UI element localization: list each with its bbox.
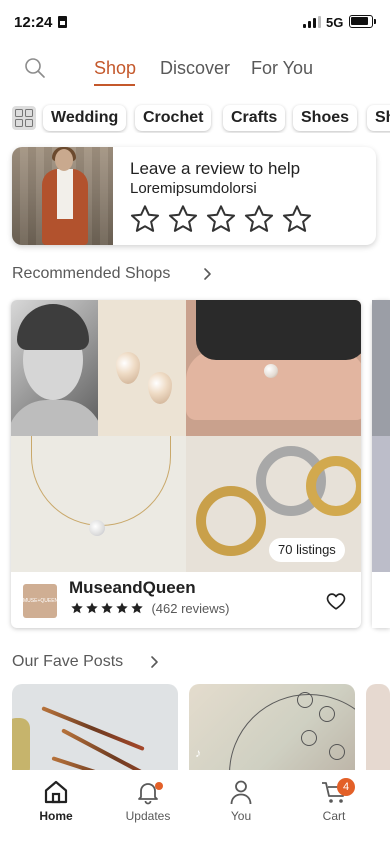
shop-name[interactable]: MuseandQueen — [69, 578, 196, 598]
shop-image-portrait — [11, 300, 98, 436]
star-filled-icon — [71, 602, 83, 614]
person-icon — [230, 780, 252, 805]
tab-updates-label: Updates — [125, 809, 171, 823]
grid-icon[interactable] — [12, 106, 36, 130]
home-icon — [44, 780, 68, 804]
review-item-photo — [12, 147, 113, 245]
star-outline-icon[interactable] — [281, 203, 313, 235]
star-rating-input — [129, 203, 319, 240]
heart-icon[interactable] — [325, 590, 347, 612]
fave-post-card[interactable]: ♪ — [189, 684, 355, 774]
shop-rating: (462 reviews) — [70, 600, 229, 616]
shop-image-pearl-earrings — [98, 300, 186, 436]
star-outline-icon[interactable] — [243, 203, 275, 235]
review-prompt-card[interactable]: Leave a review to help Loremipsumdolorsi — [12, 147, 376, 245]
next-shop-card-peek[interactable] — [372, 300, 390, 628]
review-title: Leave a review to help — [130, 159, 301, 178]
tab-home-label: Home — [39, 809, 73, 823]
network-type: 5G — [326, 15, 344, 30]
shop-image-ring — [186, 300, 361, 436]
shop-logo: MUSE+QUEEN — [23, 584, 58, 618]
recommended-shops-title: Recommended Shops — [12, 265, 171, 282]
tab-for-you[interactable]: For You — [251, 58, 313, 79]
star-filled-icon — [86, 602, 98, 614]
tab-cart[interactable]: 4 Cart — [299, 778, 369, 823]
status-bar: 12:24 5G — [0, 0, 390, 44]
shop-image-necklace — [11, 436, 186, 572]
shop-card[interactable]: 70 listings MUSE+QUEEN MuseandQueen (462… — [11, 300, 361, 628]
tab-home[interactable]: Home — [21, 778, 91, 823]
chip-shoes[interactable]: Shoes — [293, 105, 358, 131]
star-filled-icon — [101, 602, 113, 614]
fave-post-card[interactable] — [366, 684, 390, 774]
top-nav: Shop Discover For You — [0, 44, 390, 92]
active-tab-indicator — [94, 84, 135, 86]
tab-shop[interactable]: Shop — [94, 58, 136, 79]
star-outline-icon[interactable] — [129, 203, 161, 235]
chip-crafts[interactable]: Crafts — [223, 105, 286, 131]
search-icon[interactable] — [24, 57, 46, 79]
cart-count-badge: 4 — [337, 778, 355, 796]
tab-you-label: You — [230, 809, 252, 823]
fave-post-card[interactable] — [12, 684, 178, 774]
star-filled-icon — [116, 602, 128, 614]
fave-posts-header[interactable]: Our Fave Posts — [12, 653, 158, 671]
star-outline-icon[interactable] — [205, 203, 237, 235]
fave-posts-title: Our Fave Posts — [12, 653, 124, 670]
updates-notification-dot — [155, 782, 163, 790]
sim-icon — [58, 16, 67, 28]
tab-discover[interactable]: Discover — [160, 58, 230, 79]
tab-updates[interactable]: Updates — [113, 778, 183, 823]
tiktok-icon: ♪ — [195, 746, 201, 760]
signal-icon — [303, 16, 321, 28]
tab-you[interactable]: You — [206, 778, 276, 823]
chip-wedding[interactable]: Wedding — [43, 105, 127, 131]
category-chips: Wedding Crochet Crafts Shoes Sh — [0, 103, 390, 133]
battery-icon — [349, 15, 376, 28]
recommended-shops-header[interactable]: Recommended Shops — [12, 265, 211, 283]
chevron-right-icon — [151, 656, 158, 668]
status-time: 12:24 — [14, 14, 53, 31]
star-filled-icon — [131, 602, 143, 614]
chevron-right-icon — [204, 268, 211, 280]
chip-crochet[interactable]: Crochet — [135, 105, 212, 131]
star-outline-icon[interactable] — [167, 203, 199, 235]
tab-cart-label: Cart — [322, 809, 346, 823]
shop-review-count: (462 reviews) — [151, 601, 230, 616]
listings-count-badge: 70 listings — [269, 538, 345, 562]
review-item-name: Loremipsumdolorsi — [130, 180, 257, 197]
bottom-tab-bar: Home Updates You 4 Cart — [0, 770, 390, 844]
chip-partial[interactable]: Sh — [367, 105, 390, 131]
